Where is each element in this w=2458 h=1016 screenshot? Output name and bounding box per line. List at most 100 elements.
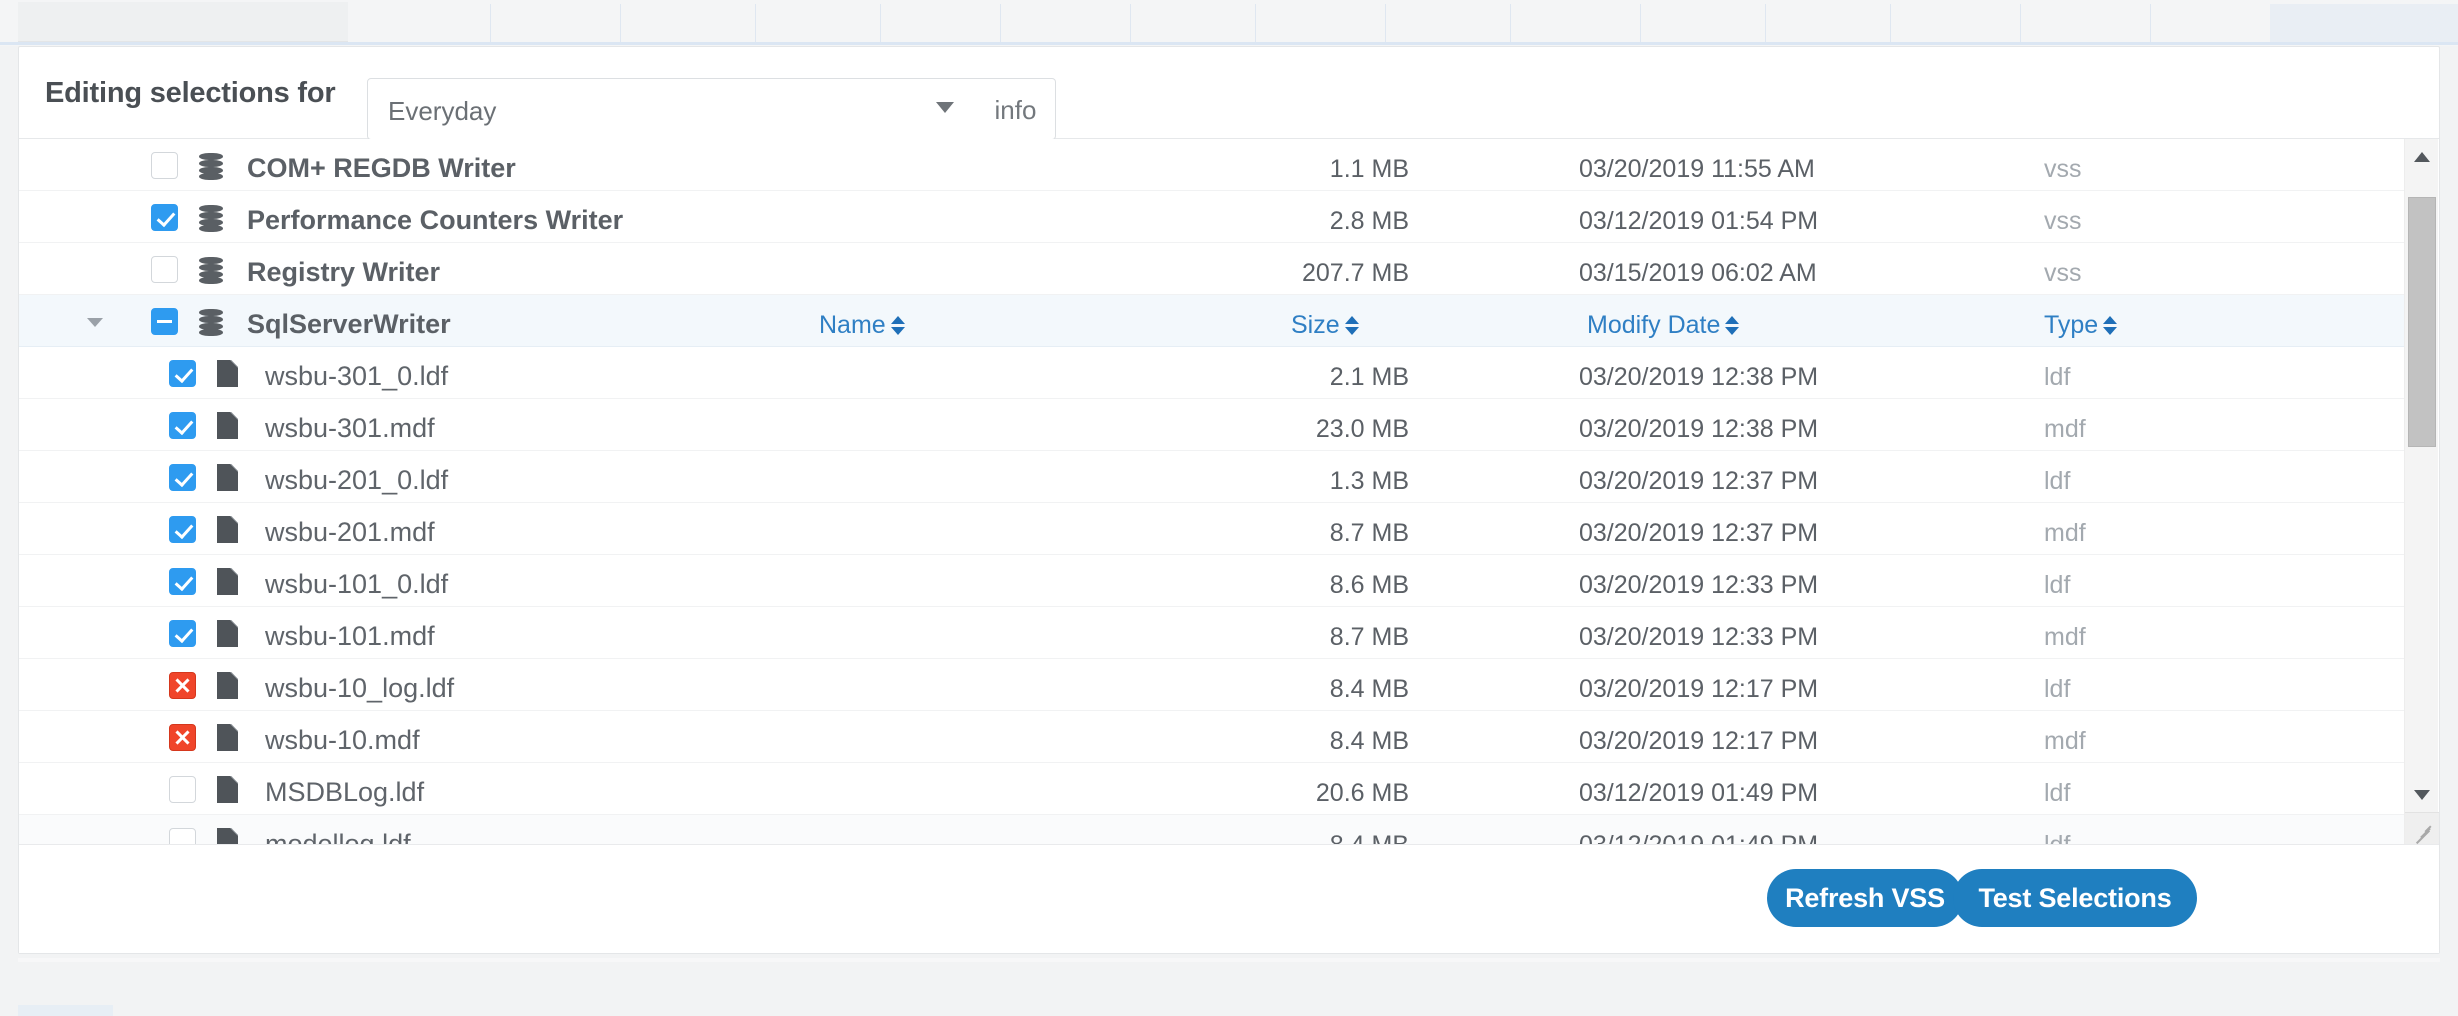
caret-up-icon[interactable] [2405,139,2439,173]
row-checkbox-checked[interactable] [169,620,196,647]
vertical-scrollbar[interactable] [2404,139,2439,846]
refresh-vss-button[interactable]: Refresh VSS [1767,869,1963,927]
row-checkbox-checked[interactable] [169,516,196,543]
row-size: 23.0 MB [1315,415,1409,443]
column-header-type[interactable]: Type [2044,311,2118,340]
row-date: 03/20/2019 12:17 PM [1579,675,1819,703]
table-row[interactable]: wsbu-10.mdf 8.4 MB 03/20/2019 12:17 PM mdf [19,711,2405,763]
file-icon [217,464,238,491]
table-row[interactable]: COM+ REGDB Writer 1.1 MB 03/20/2019 11:55 … [19,139,2405,191]
file-icon [217,620,238,647]
row-type: ldf [2044,571,2071,599]
table-row[interactable]: SqlServerWriter Name Size Modify Date Type [19,295,2405,347]
chevron-down-icon [936,102,954,113]
table-row[interactable]: wsbu-301_0.ldf 2.1 MB 03/20/2019 12:38 PM l… [19,347,2405,399]
table-row[interactable]: wsbu-201.mdf 8.7 MB 03/20/2019 12:37 PM mdf [19,503,2405,555]
row-checkbox-checked[interactable] [169,464,196,491]
page-title: Editing selections for [45,77,336,109]
sort-updown-icon[interactable] [1344,315,1359,337]
row-name: wsbu-201_0.ldf [265,465,449,495]
row-date: 03/20/2019 12:33 PM [1579,623,1819,651]
panel-footer: Refresh VSS Test Selections [19,844,2439,953]
period-select-value: Everyday [388,96,497,126]
table-row[interactable]: wsbu-101.mdf 8.7 MB 03/20/2019 12:33 PM mdf [19,607,2405,659]
row-type: vss [2044,207,2082,235]
row-checkbox-checked[interactable] [151,204,178,231]
info-button[interactable]: info [976,78,1056,140]
row-type: mdf [2044,415,2086,443]
database-stack-icon [199,309,223,336]
scrollbar-thumb[interactable] [2408,197,2436,447]
table-row[interactable]: MSDBLog.ldf 20.6 MB 03/12/2019 01:49 PM ldf [19,763,2405,815]
row-date: 03/12/2019 01:49 PM [1579,779,1819,807]
row-checkbox-unchecked[interactable] [169,776,196,803]
row-size: 20.6 MB [1315,779,1409,807]
row-size: 8.4 MB [1329,675,1409,703]
row-checkbox-unchecked[interactable] [151,152,178,179]
column-header-label: Size [1291,311,1340,339]
table-row[interactable]: wsbu-301.mdf 23.0 MB 03/20/2019 12:38 PM md… [19,399,2405,451]
row-checkbox-excluded[interactable] [169,672,196,699]
row-type: ldf [2044,779,2071,807]
file-icon [217,360,238,387]
row-date: 03/12/2019 01:54 PM [1579,207,1819,235]
row-name: Registry Writer [247,257,441,287]
row-type: ldf [2044,467,2071,495]
row-type: vss [2044,155,2082,183]
column-header-name[interactable]: Name [819,311,905,340]
row-size: 8.7 MB [1329,623,1409,651]
row-size: 1.3 MB [1329,467,1409,495]
background-bottom-strip [18,958,2440,962]
row-size: 8.7 MB [1329,519,1409,547]
row-name: wsbu-10.mdf [265,725,420,755]
row-checkbox-checked[interactable] [169,360,196,387]
sort-updown-icon[interactable] [2103,315,2118,337]
caret-down-icon[interactable] [2405,778,2439,812]
row-name: COM+ REGDB Writer [247,153,516,183]
file-icon [217,568,238,595]
table-row[interactable]: Registry Writer 207.7 MB 03/15/2019 06:02 … [19,243,2405,295]
row-date: 03/20/2019 12:17 PM [1579,727,1819,755]
period-select[interactable]: Everyday [367,78,977,140]
test-selections-button[interactable]: Test Selections [1953,869,2197,927]
vss-selection-panel: Editing selections for Everyday info COM… [18,46,2440,954]
sort-updown-icon[interactable] [1725,315,1740,337]
row-checkbox-checked[interactable] [169,568,196,595]
row-size: 8.6 MB [1329,571,1409,599]
row-name: wsbu-201.mdf [265,517,435,547]
row-date: 03/20/2019 12:37 PM [1579,467,1819,495]
row-checkbox-checked[interactable] [169,412,196,439]
row-name: SqlServerWriter [247,309,451,339]
row-date: 03/20/2019 11:55 AM [1579,155,1815,183]
column-header-size[interactable]: Size [1291,311,1359,340]
column-header-date[interactable]: Modify Date [1587,311,1740,340]
database-stack-icon [199,257,223,284]
table-row[interactable]: wsbu-10_log.ldf 8.4 MB 03/20/2019 12:17 PM… [19,659,2405,711]
table-row[interactable]: Performance Counters Writer 2.8 MB 03/12/2… [19,191,2405,243]
row-checkbox-excluded[interactable] [169,724,196,751]
table-row[interactable]: modellog.ldf 8.4 MB 03/12/2019 01:49 PM ldf [19,815,2405,846]
row-size: 2.1 MB [1329,363,1409,391]
row-name: wsbu-301.mdf [265,413,435,443]
row-type: ldf [2044,363,2071,391]
sort-updown-icon[interactable] [890,315,905,337]
file-icon [217,672,238,699]
table-row[interactable]: wsbu-101_0.ldf 8.6 MB 03/20/2019 12:33 PM l… [19,555,2405,607]
row-date: 03/20/2019 12:38 PM [1579,363,1819,391]
row-name: wsbu-10_log.ldf [265,673,455,703]
writer-file-list[interactable]: COM+ REGDB Writer 1.1 MB 03/20/2019 11:55 … [19,139,2405,846]
database-stack-icon [199,205,223,232]
row-checkbox-unchecked[interactable] [151,256,178,283]
table-row[interactable]: wsbu-201_0.ldf 1.3 MB 03/20/2019 12:37 PM l… [19,451,2405,503]
row-type: mdf [2044,623,2086,651]
row-size: 207.7 MB [1301,259,1409,287]
panel-header: Editing selections for Everyday info [19,47,2439,140]
info-button-label: info [994,95,1037,125]
resize-grip-icon[interactable] [2405,812,2439,846]
column-header-label: Type [2044,311,2099,339]
row-name: wsbu-101.mdf [265,621,435,651]
chevron-down-icon[interactable] [87,318,103,327]
row-checkbox-indeterminate[interactable] [151,308,178,335]
file-icon [217,516,238,543]
row-name: wsbu-101_0.ldf [265,569,449,599]
